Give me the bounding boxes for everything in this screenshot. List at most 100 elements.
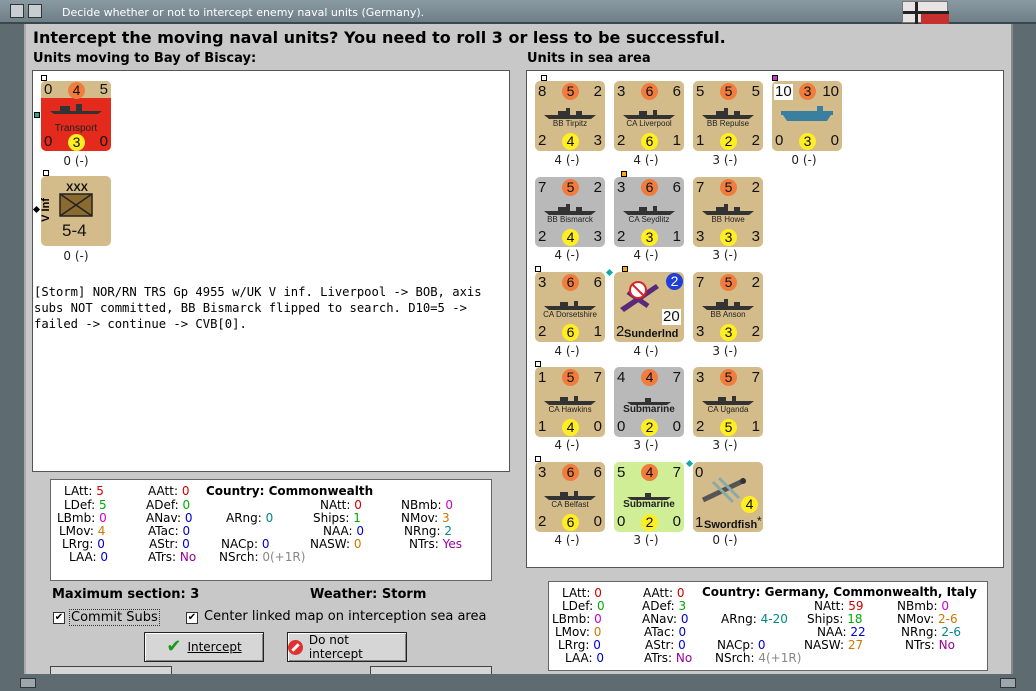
- counter-value: 20: [662, 308, 681, 325]
- counter-value: 8: [538, 83, 547, 100]
- stat-label: LBmb:: [552, 612, 591, 626]
- cruiser-icon: [544, 396, 596, 405]
- marker-icon: [535, 266, 541, 272]
- counter-value: 2: [696, 418, 705, 435]
- counter-infantry[interactable]: XXX V Inf 5-4: [40, 170, 111, 246]
- counter-value: 6: [593, 464, 602, 481]
- counter-caption: 3 (-): [712, 153, 738, 167]
- stat-value: Yes: [442, 537, 462, 551]
- counter-caption: 4 (-): [554, 248, 580, 262]
- marker-icon: [535, 456, 541, 462]
- do-not-intercept-button[interactable]: Do not intercept: [287, 632, 407, 662]
- counter-value: 3: [641, 229, 658, 246]
- counter-sunderland[interactable]: 2 20 2 Sunderlnd: [605, 266, 684, 342]
- counter-value: 2: [751, 132, 760, 149]
- stat-value: 0: [596, 599, 605, 613]
- counter-value: 0: [44, 133, 53, 150]
- stat-label: ATac:: [644, 625, 675, 639]
- counter-caption: 0 (-): [791, 153, 817, 167]
- counter-name: CA Belfast: [551, 500, 589, 509]
- stat-label: AAtt:: [148, 484, 178, 498]
- window-title: Decide whether or not to intercept enemy…: [62, 6, 425, 19]
- counter-ca-liverpool[interactable]: 3 6 6 CA Liverpool 2 6 1: [614, 81, 684, 151]
- counter-value: 0: [617, 418, 626, 435]
- counter-value: 5: [720, 419, 737, 436]
- counter-value: 0: [99, 133, 108, 150]
- stat-value: 0: [182, 537, 190, 551]
- counter-value: 2: [720, 133, 737, 150]
- stat-label: ARng:: [226, 511, 262, 525]
- counter-bb-anson[interactable]: 7 5 2 BB Anson 3 3 2: [693, 272, 763, 342]
- counter-value: 3: [68, 134, 85, 151]
- stat-label: AAtt:: [643, 586, 673, 600]
- counter-value: 5: [562, 179, 579, 196]
- counter-value: 7: [538, 179, 547, 196]
- counter-transport[interactable]: 0 4 5 Transport 0 3 0: [41, 75, 111, 151]
- counter-name: Submarine: [623, 499, 675, 510]
- flying-boat-icon: [620, 281, 659, 312]
- counter-value: 3: [696, 228, 705, 245]
- counter-ca-seydlitz[interactable]: 3 6 6 CA Seydlitz 2 3 1: [614, 171, 684, 247]
- stat-label: NAA:: [817, 625, 847, 639]
- counter-value: 6: [562, 274, 579, 291]
- counter-carrier[interactable]: 10 3 10 0 3 0: [772, 75, 842, 151]
- partial-button[interactable]: [370, 666, 492, 674]
- counter-ca-uganda[interactable]: 3 5 7 CA Uganda 2 5 1: [693, 367, 763, 437]
- stat-value: 4(+1R): [758, 651, 802, 665]
- counter-caption: 4 (-): [633, 153, 659, 167]
- stat-label: LDef:: [64, 498, 96, 512]
- counter-value: 3: [696, 323, 705, 340]
- intercept-button[interactable]: ✔ Intercept: [144, 632, 264, 662]
- counter-name: Sunderlnd: [624, 328, 679, 340]
- resize-grip-icon[interactable]: [1000, 678, 1016, 688]
- counter-bb-repulse[interactable]: 5 5 5 BB Repulse 1 2 2: [693, 81, 763, 151]
- counter-value: 3: [617, 83, 626, 100]
- counter-marker: *: [757, 514, 762, 528]
- carrier-icon: [781, 106, 833, 121]
- counter-value: 5: [617, 464, 626, 481]
- counter-value: 2: [593, 179, 602, 196]
- counter-ca-dorsetshire[interactable]: 3 6 6 CA Dorsetshire 2 6 1: [535, 266, 605, 342]
- counter-caption: 4 (-): [554, 344, 580, 358]
- counter-bb-bismarck[interactable]: 7 5 2 BB Bismarck 2 4 3: [535, 177, 605, 247]
- center-map-label[interactable]: Center linked map on interception sea ar…: [204, 609, 486, 624]
- counter-swordfish[interactable]: 0 4 1 Swordfish *: [685, 459, 763, 532]
- stat-label: ADef:: [642, 599, 675, 613]
- counter-name: BB Repulse: [706, 119, 750, 128]
- counter-ca-belfast[interactable]: 3 6 6 CA Belfast 2 6 0: [535, 456, 605, 532]
- minimize-icon[interactable]: [28, 4, 42, 18]
- counter-submarine-italy[interactable]: 5 4 7 Submarine 0 2 0: [614, 462, 684, 532]
- counter-ca-hawkins[interactable]: 1 5 7 CA Hawkins 1 4 0: [535, 361, 605, 437]
- counter-value: 2: [538, 132, 547, 149]
- counter-value: 5: [562, 83, 579, 100]
- stat-value: 4-20: [760, 612, 788, 626]
- battleship-icon: [544, 108, 596, 119]
- commit-subs-checkbox[interactable]: ✔: [53, 612, 65, 624]
- system-menu-icon[interactable]: [10, 4, 24, 18]
- stat-value: 59: [848, 599, 864, 613]
- stat-value: No: [179, 550, 197, 564]
- counter-value: 4: [641, 464, 658, 481]
- stat-label: NTrs:: [409, 537, 439, 551]
- stat-label: NAtt:: [814, 599, 845, 613]
- counter-caption: 3 (-): [712, 248, 738, 262]
- moving-units-label: Units moving to Bay of Biscay:: [33, 51, 257, 66]
- stat-value: 0: [594, 612, 602, 626]
- counter-bb-howe[interactable]: 7 5 2 BB Howe 3 3 3: [693, 177, 763, 247]
- counter-value: 1: [696, 132, 705, 149]
- stat-value: 22: [850, 625, 866, 639]
- counter-name: Submarine: [623, 404, 675, 415]
- stat-value: 27: [847, 638, 864, 652]
- commit-subs-label[interactable]: Commit Subs: [69, 609, 160, 626]
- center-map-checkbox[interactable]: ✔: [186, 612, 198, 624]
- counter-value: 1: [593, 323, 602, 340]
- counter-value: 7: [696, 179, 705, 196]
- counter-value: 3: [538, 274, 547, 291]
- resize-grip-icon[interactable]: [20, 678, 36, 688]
- counter-value: 6: [672, 179, 681, 196]
- counter-value: 0: [672, 513, 681, 530]
- counter-name: CA Dorsetshire: [543, 310, 597, 319]
- partial-button[interactable]: [50, 666, 172, 674]
- counter-submarine-axis[interactable]: 4 4 7 Submarine 0 2 0: [614, 367, 684, 437]
- counter-bb-tirpitz[interactable]: 8 5 2 BB Tirpitz 2 4 3: [535, 75, 605, 151]
